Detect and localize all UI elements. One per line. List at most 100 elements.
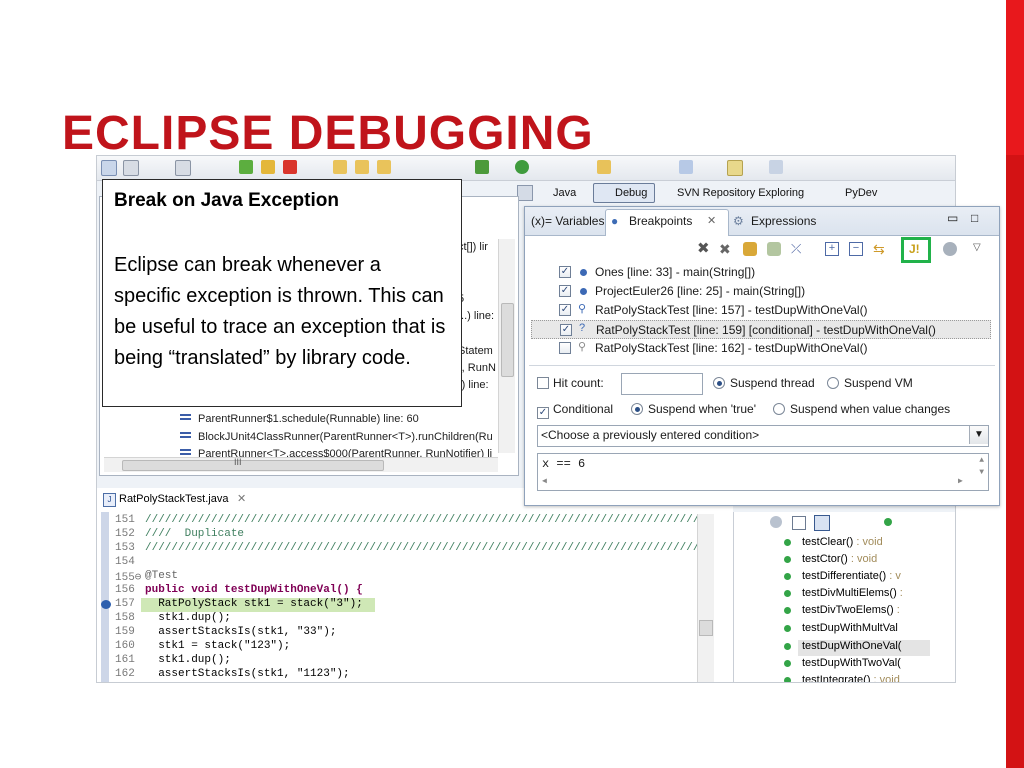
- annotation-icon[interactable]: [727, 160, 743, 176]
- outline-item[interactable]: testIntegrate() : void: [784, 674, 900, 682]
- step-over-icon[interactable]: [355, 160, 369, 174]
- remove-all-icon[interactable]: ✖: [719, 242, 733, 256]
- scroll-up-icon[interactable]: ▲: [979, 456, 984, 465]
- stack-hscroll-thumb[interactable]: [122, 460, 384, 471]
- conditional-option[interactable]: ✓ Conditional: [537, 402, 613, 419]
- skip-all-icon[interactable]: ⤫: [791, 242, 805, 256]
- stack-horizontal-scrollbar[interactable]: III: [104, 457, 498, 472]
- scroll-left-icon[interactable]: ◀: [542, 476, 547, 486]
- breakpoint-row[interactable]: ⚲ RatPolyStackTest [line: 162] - testDup…: [531, 339, 991, 358]
- outline-item[interactable]: testDupWithMultVal: [784, 622, 898, 634]
- window-icon[interactable]: [769, 160, 783, 174]
- dropdown-icon[interactable]: ▽: [973, 242, 987, 256]
- conditional-checkbox[interactable]: ✓: [537, 407, 549, 419]
- new-icon[interactable]: [101, 160, 117, 176]
- expand-all-icon[interactable]: +: [825, 242, 839, 256]
- breakpoint-row-selected[interactable]: ✓ ? RatPolyStackTest [line: 159] [condit…: [531, 320, 991, 339]
- breakpoint-checkbox[interactable]: ✓: [559, 304, 571, 316]
- breakpoint-checkbox[interactable]: ✓: [560, 324, 572, 336]
- method-icon: [784, 590, 791, 597]
- editor-scroll-thumb[interactable]: [699, 620, 713, 636]
- suspend-vm-radio[interactable]: [827, 377, 839, 389]
- goto-file-icon[interactable]: [767, 242, 781, 256]
- chevron-down-icon[interactable]: ▼: [969, 426, 988, 444]
- scroll-right-icon[interactable]: ▶: [958, 476, 963, 486]
- suspend-true-option[interactable]: Suspend when 'true': [631, 402, 756, 416]
- step-into-icon[interactable]: [333, 160, 347, 174]
- condition-editor[interactable]: x == 6 ▲ ▼ ◀ ▶: [537, 453, 989, 491]
- outline-item[interactable]: testClear() : void: [784, 536, 883, 548]
- outline-toolbar-icon[interactable]: [770, 516, 782, 528]
- save-icon[interactable]: [123, 160, 139, 176]
- perspective-java[interactable]: Java: [553, 187, 576, 199]
- breakpoint-row[interactable]: ✓ ProjectEuler26 [line: 25] - main(Strin…: [531, 282, 991, 301]
- view-menu-icon[interactable]: [943, 242, 957, 256]
- resume-icon[interactable]: [239, 160, 253, 174]
- breakpoint-row[interactable]: ✓ Ones [line: 33] - main(String[]): [531, 263, 991, 282]
- stack-scroll-thumb[interactable]: [501, 303, 514, 377]
- step-return-icon[interactable]: [377, 160, 391, 174]
- perspective-debug[interactable]: Debug: [615, 187, 647, 199]
- suspend-thread-option[interactable]: Suspend thread: [713, 376, 815, 390]
- terminate-icon[interactable]: [283, 160, 297, 174]
- breakpoint-marker-icon[interactable]: [101, 600, 111, 609]
- editor-vertical-scrollbar[interactable]: [697, 514, 714, 682]
- stack-frame[interactable]: BlockJUnit4ClassRunner(ParentRunner<T>).…: [180, 431, 493, 443]
- hit-count-checkbox[interactable]: [537, 377, 549, 389]
- suspend-icon[interactable]: [261, 160, 275, 174]
- outline-item[interactable]: testDupWithTwoVal(: [784, 657, 901, 669]
- divider: [529, 365, 995, 366]
- perspective-pydev[interactable]: PyDev: [845, 187, 877, 199]
- collapse-all-icon[interactable]: −: [849, 242, 863, 256]
- stack-frame[interactable]: ParentRunner$1.schedule(Runnable) line: …: [180, 413, 419, 425]
- breakpoint-row[interactable]: ✓ ⚲ RatPolyStackTest [line: 157] - testD…: [531, 301, 991, 320]
- code-line: ////////////////////////////////////////…: [145, 542, 700, 554]
- outline-item[interactable]: testDivTwoElems() :: [784, 604, 900, 616]
- suspend-changes-option[interactable]: Suspend when value changes: [773, 402, 950, 416]
- link-icon[interactable]: ⇆: [873, 242, 887, 256]
- show-supported-icon[interactable]: [743, 242, 757, 256]
- line-number: 156: [115, 584, 135, 596]
- close-tab-icon[interactable]: ✕: [237, 492, 246, 505]
- stack-fragment: ct[]) lir: [458, 241, 488, 253]
- method-icon: [784, 607, 791, 614]
- breakpoint-checkbox[interactable]: [559, 342, 571, 354]
- code-editor[interactable]: 151 ////////////////////////////////////…: [97, 512, 733, 682]
- breakpoint-checkbox[interactable]: ✓: [559, 285, 571, 297]
- collapse-icon[interactable]: [792, 516, 806, 530]
- tab-breakpoints[interactable]: Breakpoints: [629, 214, 692, 228]
- public-filter-icon[interactable]: [884, 518, 892, 526]
- outline-item[interactable]: testDupWithOneVal(: [784, 640, 901, 652]
- suspend-true-radio[interactable]: [631, 403, 643, 415]
- remove-icon[interactable]: ✖: [697, 241, 711, 256]
- view-tabs: (x)= Variables ● Breakpoints ✕ ⚙ Express…: [525, 207, 999, 236]
- suspend-changes-radio[interactable]: [773, 403, 785, 415]
- tab-expressions[interactable]: Expressions: [751, 214, 816, 228]
- run-icon[interactable]: [515, 160, 529, 174]
- line-number: 160: [115, 640, 135, 652]
- minimize-icon[interactable]: ▭: [947, 211, 958, 225]
- condition-history-combo[interactable]: <Choose a previously entered condition> …: [537, 425, 989, 447]
- outline-item[interactable]: testDifferentiate() : v: [784, 570, 901, 582]
- search-icon[interactable]: [679, 160, 693, 174]
- breakpoint-checkbox[interactable]: ✓: [559, 266, 571, 278]
- outline-item[interactable]: testDivMultiElems() :: [784, 587, 903, 599]
- tab-variables[interactable]: (x)= Variables: [531, 214, 604, 228]
- open-perspective-icon[interactable]: [517, 185, 533, 201]
- tab-editor-file[interactable]: RatPolyStackTest.java: [119, 493, 228, 505]
- sort-icon[interactable]: [814, 515, 830, 531]
- suspend-vm-option[interactable]: Suspend VM: [827, 376, 913, 390]
- hit-count-option[interactable]: Hit count:: [537, 376, 604, 390]
- print-icon[interactable]: [175, 160, 191, 176]
- perspective-svn[interactable]: SVN Repository Exploring: [677, 187, 804, 199]
- stack-vertical-scrollbar[interactable]: [498, 239, 515, 453]
- close-tab-icon[interactable]: ✕: [707, 214, 716, 227]
- hit-count-input[interactable]: [621, 373, 703, 395]
- open-folder-icon[interactable]: [597, 160, 611, 174]
- line-number: 154: [115, 556, 135, 568]
- maximize-icon[interactable]: □: [971, 211, 978, 225]
- suspend-thread-radio[interactable]: [713, 377, 725, 389]
- scroll-down-icon[interactable]: ▼: [979, 468, 984, 477]
- debug-icon[interactable]: [475, 160, 489, 174]
- outline-item[interactable]: testCtor() : void: [784, 553, 877, 565]
